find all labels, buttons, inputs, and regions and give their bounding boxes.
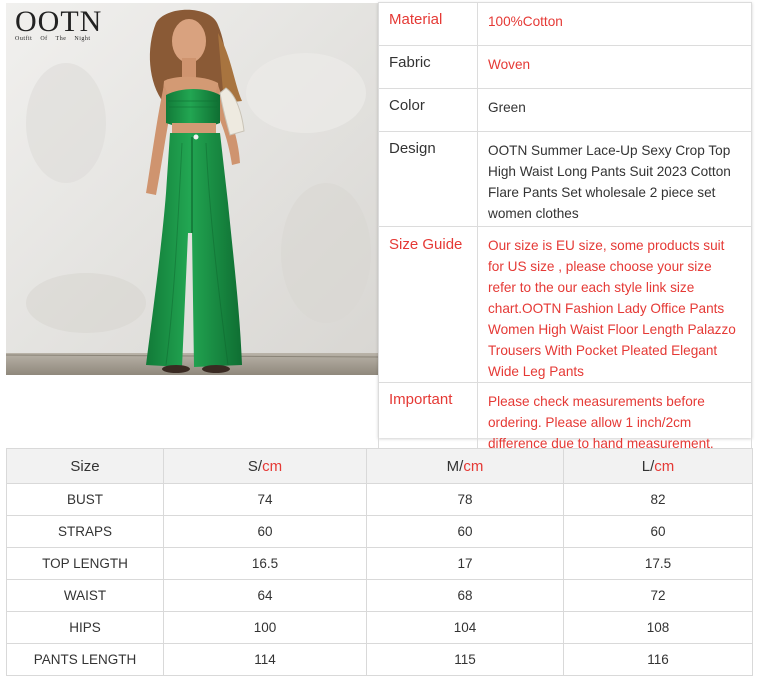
size-header-l-unit: cm [654, 457, 675, 475]
size-cell: 17 [366, 547, 564, 580]
brand-logo-tagline: Outfit Of The Night [15, 36, 91, 42]
size-chart-body: BUST 74 78 82 STRAPS 60 60 60 TOP LENGTH 16.5 17 17… [6, 483, 753, 676]
size-cell: 100 [163, 611, 367, 644]
size-cell: 60 [366, 515, 564, 548]
attribute-value: Woven [477, 45, 752, 89]
attribute-key: Size Guide [378, 226, 478, 383]
size-cell: 17.5 [563, 547, 753, 580]
size-cell: 78 [366, 483, 564, 516]
size-row-label: BUST [6, 483, 164, 516]
size-header-m: M/cm [366, 448, 564, 484]
attribute-value: Green [477, 88, 752, 132]
size-header-s-size: S/ [247, 457, 263, 475]
size-cell: 82 [563, 483, 753, 516]
brand-logo-mark: OOTN [15, 5, 103, 38]
attribute-key: Important [378, 382, 478, 457]
size-header-l-size: L/ [641, 457, 655, 475]
attribute-key: Design [378, 131, 478, 227]
size-cell: 16.5 [163, 547, 367, 580]
size-chart-table: Size S/cm M/cm L/cm BUST 74 78 82 STRAPS 60 60… [6, 448, 753, 676]
size-row: PANTS LENGTH 114 115 116 [6, 643, 753, 676]
size-row-label: STRAPS [6, 515, 164, 548]
attribute-row: Design OOTN Summer Lace-Up Sexy Crop Top … [378, 131, 752, 227]
size-cell: 72 [563, 579, 753, 612]
size-row: HIPS 100 104 108 [6, 611, 753, 644]
attribute-value: OOTN Summer Lace-Up Sexy Crop Top High W… [477, 131, 752, 227]
size-header-m-size: M/ [446, 457, 464, 475]
size-cell: 60 [163, 515, 367, 548]
size-row: WAIST 64 68 72 [6, 579, 753, 612]
attribute-value: Please check measurements before orderin… [477, 382, 752, 457]
attribute-row: Color Green [378, 88, 752, 132]
brand-logo: OOTN Outfit Of The Night [15, 5, 103, 43]
product-photo: OOTN Outfit Of The Night [6, 3, 378, 375]
size-cell: 60 [563, 515, 753, 548]
size-cell: 104 [366, 611, 564, 644]
size-cell: 64 [163, 579, 367, 612]
attribute-row: Material 100%Cotton [378, 2, 752, 46]
size-header-s: S/cm [163, 448, 367, 484]
attribute-key: Material [378, 2, 478, 46]
size-cell: 115 [366, 643, 564, 676]
size-row-label: HIPS [6, 611, 164, 644]
size-chart-header-row: Size S/cm M/cm L/cm [6, 448, 753, 484]
size-header-label: Size [6, 448, 164, 484]
size-row: BUST 74 78 82 [6, 483, 753, 516]
size-row-label: PANTS LENGTH [6, 643, 164, 676]
size-cell: 108 [563, 611, 753, 644]
size-header-m-unit: cm [463, 457, 484, 475]
size-cell: 116 [563, 643, 753, 676]
size-header-l: L/cm [563, 448, 753, 484]
product-attributes-table: Material 100%Cotton Fabric Woven Color Green D… [378, 2, 752, 457]
attribute-value: Our size is EU size, some products suit … [477, 226, 752, 383]
model-illustration [6, 3, 378, 375]
size-row: TOP LENGTH 16.5 17 17.5 [6, 547, 753, 580]
attribute-key: Fabric [378, 45, 478, 89]
size-cell: 68 [366, 579, 564, 612]
size-row-label: WAIST [6, 579, 164, 612]
attribute-value: 100%Cotton [477, 2, 752, 46]
size-cell: 74 [163, 483, 367, 516]
product-attributes-body: Material 100%Cotton Fabric Woven Color Green D… [378, 2, 752, 457]
attribute-key: Color [378, 88, 478, 132]
attribute-row: Size Guide Our size is EU size, some prod… [378, 226, 752, 383]
attribute-row: Fabric Woven [378, 45, 752, 89]
size-cell: 114 [163, 643, 367, 676]
size-row-label: TOP LENGTH [6, 547, 164, 580]
size-header-s-unit: cm [262, 457, 283, 475]
attribute-row: Important Please check measurements befor… [378, 382, 752, 457]
size-row: STRAPS 60 60 60 [6, 515, 753, 548]
